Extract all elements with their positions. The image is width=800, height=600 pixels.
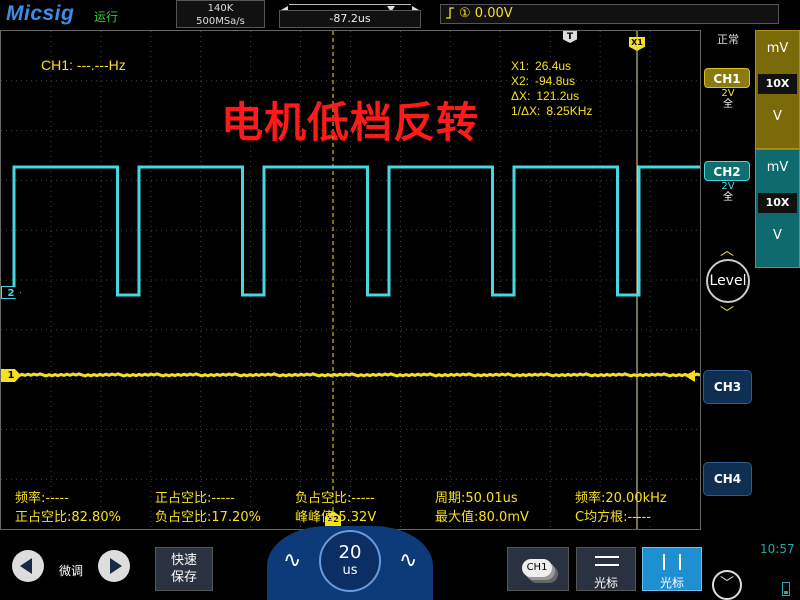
ch4-button[interactable]: CH4 (703, 462, 752, 496)
ch2-volts: 2V (721, 181, 735, 192)
horizontal-cursor-button[interactable]: 光标 (576, 547, 636, 591)
ch2-scale-panel[interactable]: mV 10X V (755, 149, 800, 268)
ch1-probe-ratio[interactable]: 10X (758, 74, 797, 94)
quick-save-button[interactable]: 快速保存 (155, 547, 213, 591)
memory-position-track (279, 0, 421, 14)
ch2-scale-up[interactable]: mV (756, 160, 799, 175)
overlay-title: 电机低档反转 (221, 98, 480, 147)
vertical-cursor-button[interactable]: 光标 (642, 547, 702, 591)
arrow-left-icon (20, 558, 32, 574)
ch2-label: CH2 (704, 161, 750, 181)
trigger-channel: ① (459, 6, 471, 21)
ch1-scale-down[interactable]: V (756, 109, 799, 124)
measurement-item: 频率:----- (15, 491, 69, 506)
fine-adjust-label: 微调 (59, 564, 84, 578)
wave-wide-icon[interactable]: ∿ (283, 548, 301, 573)
battery-icon (782, 582, 790, 596)
wave-narrow-icon[interactable]: ∿ (399, 548, 417, 573)
measurement-item: 负占空比:----- (295, 491, 375, 506)
measurement-item: C均方根:----- (575, 510, 651, 525)
measurement-item: 负占空比:17.20% (155, 510, 261, 525)
ch3-button[interactable]: CH3 (703, 370, 752, 404)
arrow-right-icon (110, 558, 122, 574)
sample-rate: 500MSa/s (196, 16, 245, 27)
ch1-volts: 2V (721, 88, 735, 99)
measurement-item: 最大值:80.0mV (435, 510, 529, 525)
ch1-trace (1, 372, 700, 378)
ch1-label: CH1 (704, 68, 750, 88)
ch2-scale-down[interactable]: V (756, 228, 799, 243)
level-knob[interactable]: Level (706, 259, 750, 303)
acquisition-info[interactable]: 140K 500MSa/s (176, 0, 265, 28)
measurement-item: 周期:50.01us (435, 491, 518, 506)
time-offset-value: -87.2us (279, 10, 421, 28)
clock: 10:57 (760, 542, 795, 556)
channel-select-button[interactable]: CH1 (507, 547, 569, 591)
menu-button[interactable]: ﹀ (712, 570, 742, 600)
fine-left-button[interactable] (12, 550, 44, 582)
top-status-bar: Micsig 运行 140K 500MSa/s -87.2us ① 0.00V (0, 0, 800, 30)
brand-logo: Micsig (6, 2, 75, 25)
ch1-bandwidth: 全 (723, 99, 733, 110)
fine-right-button[interactable] (98, 550, 130, 582)
cursor-readout: X1: 26.4us X2: -94.8us ΔX: 121.2us 1/ΔX: 8.2… (511, 59, 593, 118)
horizontal-cursor-icon (595, 556, 619, 566)
time-offset-control[interactable]: -87.2us (279, 0, 421, 28)
measurement-item: 正占空比:----- (155, 491, 235, 506)
measurements-panel: 频率:----- 正占空比:----- 负占空比:----- 周期:50.01u… (15, 489, 695, 529)
ch2-probe-ratio[interactable]: 10X (758, 193, 797, 213)
chevron-down-icon: ﹀ (720, 576, 734, 592)
ch1-scale-panel[interactable]: mV 10X V (755, 30, 800, 149)
chevron-down-icon[interactable]: ﹀ (720, 303, 734, 323)
bottom-toolbar: 微调 快速保存 ∿ 20 us ∿ CH1 光标 光标 10:57 ﹀ (0, 526, 800, 600)
ch2-bandwidth: 全 (723, 192, 733, 203)
measurement-item: 峰峰值:5.32V (295, 510, 377, 525)
trigger-mode[interactable]: 正常 (717, 31, 739, 47)
timebase-knob[interactable]: ∿ 20 us ∿ (267, 526, 433, 600)
vertical-cursor-icon (663, 554, 681, 570)
measurement-item: 频率:20.00kHz (575, 491, 667, 506)
measurement-item: 正占空比:82.80% (15, 510, 121, 525)
channel-stack-icon: CH1 (522, 559, 552, 577)
rising-edge-icon (445, 5, 455, 27)
trigger-level: 0.00V (474, 6, 513, 21)
ch1-frequency-readout: CH1: ---.---Hz (41, 57, 126, 73)
ch1-button[interactable]: CH1 2V 全 (704, 68, 752, 110)
trigger-info[interactable]: ① 0.00V (440, 4, 779, 24)
timebase-value: 20 us (319, 530, 381, 592)
run-status[interactable]: 运行 (94, 8, 118, 25)
waveform-display[interactable]: CH1: ---.---Hz X1: 26.4us X2: -94.8us ΔX: 1… (0, 30, 701, 530)
trigger-level-marker[interactable] (685, 370, 695, 382)
memory-depth: 140K (207, 3, 234, 14)
chevron-up-icon[interactable]: ︿ (720, 240, 734, 260)
ch1-scale-up[interactable]: mV (756, 41, 799, 56)
ch2-button[interactable]: CH2 2V 全 (704, 161, 752, 203)
